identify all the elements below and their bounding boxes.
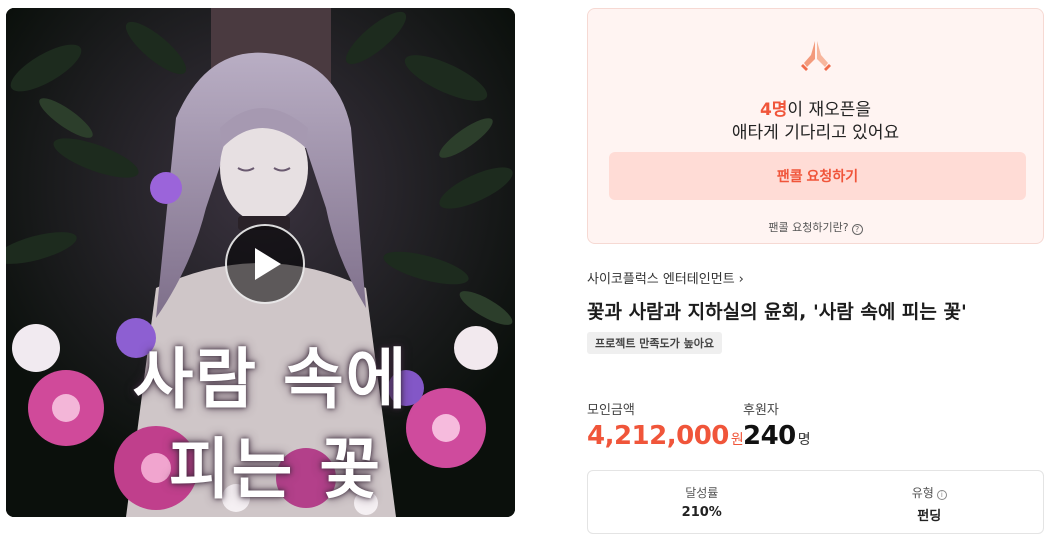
achievement-rate-label: 달성률 bbox=[685, 486, 719, 500]
encore-count: 4명 bbox=[759, 100, 788, 120]
cover-title-line2: 피는 꽃 bbox=[168, 431, 383, 508]
chevron-right-icon: › bbox=[738, 272, 744, 287]
funding-info-box: 달성률 210% 유형 i 펀딩 bbox=[587, 470, 1044, 534]
question-circle-icon: ? bbox=[851, 224, 863, 235]
encore-message-line1: 4명이 재오픈을 bbox=[588, 95, 1043, 120]
encore-request-card: 4명이 재오픈을 애타게 기다리고 있어요 팬콜 요청하기 팬콜 요청하기란?? bbox=[587, 8, 1044, 244]
backers-label: 후원자 bbox=[743, 403, 779, 418]
backers-value: 240 명 bbox=[743, 421, 811, 451]
cover-title-line1: 사람 속에 bbox=[132, 341, 409, 418]
creator-name: 사이코플럭스 엔터테인먼트 bbox=[587, 272, 735, 287]
achievement-rate: 달성률 210% bbox=[588, 471, 816, 533]
fancall-help-text: 팬콜 요청하기란? bbox=[768, 221, 849, 234]
encore-message-suffix: 이 재오픈을 bbox=[787, 100, 872, 120]
praying-hands-icon bbox=[801, 41, 831, 71]
amount-number: 4,212,000 bbox=[587, 421, 729, 451]
project-type-label-row: 유형 i bbox=[816, 484, 1044, 501]
fancall-request-button[interactable]: 팬콜 요청하기 bbox=[609, 152, 1026, 200]
info-circle-icon[interactable]: i bbox=[936, 490, 947, 500]
fancall-help-link[interactable]: 팬콜 요청하기란?? bbox=[588, 219, 1043, 235]
amount-label: 모인금액 bbox=[587, 403, 635, 418]
backers-unit: 명 bbox=[797, 432, 811, 448]
creator-link[interactable]: 사이코플럭스 엔터테인먼트 › bbox=[587, 268, 744, 287]
play-button[interactable] bbox=[225, 224, 305, 304]
project-cover-video[interactable]: 사람 속에 피는 꽃 bbox=[6, 8, 515, 517]
play-icon bbox=[255, 248, 281, 280]
achievement-rate-value: 210% bbox=[681, 505, 722, 520]
project-title: 꽃과 사람과 지하실의 윤회, '사람 속에 피는 꽃' bbox=[587, 301, 967, 323]
amount-value: 4,212,000 원 bbox=[587, 421, 744, 451]
amount-unit: 원 bbox=[730, 432, 744, 448]
satisfaction-badge: 프로젝트 만족도가 높아요 bbox=[587, 332, 722, 354]
backers-number: 240 bbox=[743, 421, 796, 451]
project-type: 유형 i 펀딩 bbox=[816, 471, 1044, 533]
project-type-label: 유형 bbox=[911, 486, 934, 500]
encore-message-line2: 애타게 기다리고 있어요 bbox=[731, 123, 900, 143]
project-type-value: 펀딩 bbox=[917, 509, 942, 524]
